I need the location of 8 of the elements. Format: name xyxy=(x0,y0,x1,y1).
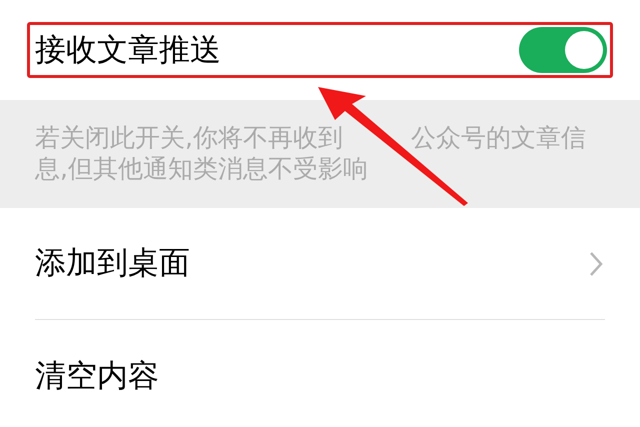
menu-item[interactable]: 添加到桌面 xyxy=(35,248,190,279)
toggle-switch[interactable] xyxy=(519,27,607,73)
hint-text: 息,但其他通知类消息不受影响 xyxy=(35,153,368,184)
setting-label: 接收文章推送 xyxy=(35,34,221,66)
hint-text: 公众号的文章信 xyxy=(410,122,586,153)
hint-text: 若关闭此开关,你将不再收到 xyxy=(35,122,343,153)
chevron-icon xyxy=(589,250,603,276)
menu-item[interactable]: 清空内容 xyxy=(35,360,159,392)
